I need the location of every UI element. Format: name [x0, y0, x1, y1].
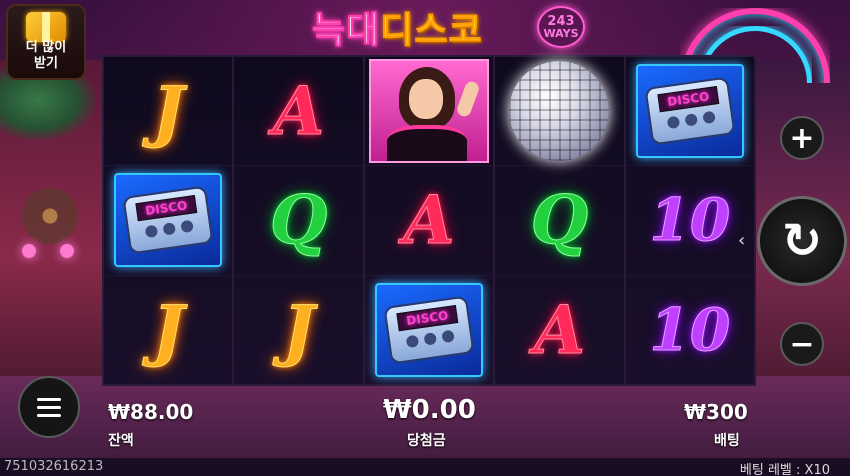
pager-screen: DISCO: [135, 195, 198, 222]
symbol-j: J: [282, 290, 315, 369]
bet-level: 베팅 레벨 : X10: [739, 463, 830, 476]
reel-cell: [495, 57, 624, 167]
reel-cell: 10: [625, 166, 755, 276]
pager-screen: DISCO: [396, 304, 459, 332]
symbol-q: Q: [269, 181, 328, 260]
reel-cell: [364, 57, 494, 167]
reel-cell: DISCO: [104, 166, 233, 276]
bet-value: ₩300: [684, 400, 748, 424]
symbol-pager: DISCO: [375, 282, 484, 377]
spin-icon: ↻: [781, 213, 823, 269]
hamburger-icon: [37, 397, 61, 401]
reel-cell: DISCO: [365, 276, 493, 384]
ways-label: WAYS: [543, 27, 579, 40]
reel-cell: J: [104, 276, 232, 384]
symbol-j: J: [152, 290, 184, 369]
title-logo: 늑대디스코: [311, 10, 483, 52]
reel-cell: Q: [495, 166, 624, 276]
symbol-disco-ball: [509, 61, 610, 162]
reel-cell: 10: [626, 276, 754, 384]
chevron-left-icon: ‹: [738, 230, 746, 251]
pager-icon: DISCO: [644, 76, 736, 146]
symbol-a: A: [533, 290, 586, 369]
get-more-button[interactable]: 더 많이 받기: [6, 4, 86, 80]
round-id: 751032616213: [4, 459, 104, 474]
pager-icon: DISCO: [122, 185, 214, 256]
gift-icon: [26, 12, 66, 42]
reel-cell: Q: [234, 166, 363, 276]
reel-grid: J DISCO J A Q J A DISCO Q A DISCO 10 10: [102, 55, 756, 386]
symbol-pager: DISCO: [114, 173, 223, 268]
symbol-pager: DISCO: [635, 64, 744, 159]
increase-bet-button[interactable]: +: [780, 116, 824, 160]
game-title: 늑대디스코: [311, 2, 542, 52]
symbol-10: 10: [649, 295, 731, 364]
reel-5: DISCO 10 10: [625, 57, 755, 384]
reel-4: Q A: [495, 57, 626, 384]
get-more-line1: 더 많이: [25, 39, 67, 55]
minus-icon: −: [789, 326, 815, 362]
reel-cell: DISCO: [625, 57, 755, 167]
balance-label: 잔액: [108, 433, 134, 449]
reel-2: A Q J: [234, 57, 365, 384]
get-more-line2: 받기: [34, 55, 58, 71]
lamp-decoration: [60, 244, 74, 258]
balance-value: ₩88.00: [108, 400, 194, 424]
symbol-a: A: [272, 72, 325, 151]
reel-1: J DISCO J: [104, 57, 235, 384]
menu-button[interactable]: [18, 376, 80, 438]
ways-badge: 243 WAYS: [537, 6, 585, 48]
decrease-bet-button[interactable]: −: [780, 322, 824, 366]
reel-cell: J: [234, 276, 362, 384]
pager-icon: DISCO: [383, 295, 475, 365]
symbol-j: J: [152, 72, 184, 151]
symbol-q: Q: [530, 181, 589, 260]
pager-screen: DISCO: [657, 86, 720, 113]
symbol-dancer: [369, 59, 490, 164]
symbol-10: 10: [649, 186, 731, 255]
bet-label: 배팅: [714, 433, 740, 449]
reel-cell: J: [104, 57, 233, 167]
reel-cell: A: [234, 57, 363, 167]
symbol-a: A: [403, 181, 455, 260]
win-value: ₩0.00: [383, 395, 476, 425]
vinyl-record-decoration: [22, 188, 78, 244]
spin-button[interactable]: ↻: [757, 196, 847, 286]
reel-3: A DISCO: [364, 57, 496, 384]
lamp-decoration: [22, 244, 36, 258]
reel-cell: A: [364, 166, 494, 276]
plus-icon: +: [789, 120, 815, 156]
win-label: 당첨금: [407, 433, 446, 449]
footer-bar: [0, 458, 850, 476]
reel-cell: A: [495, 276, 623, 384]
